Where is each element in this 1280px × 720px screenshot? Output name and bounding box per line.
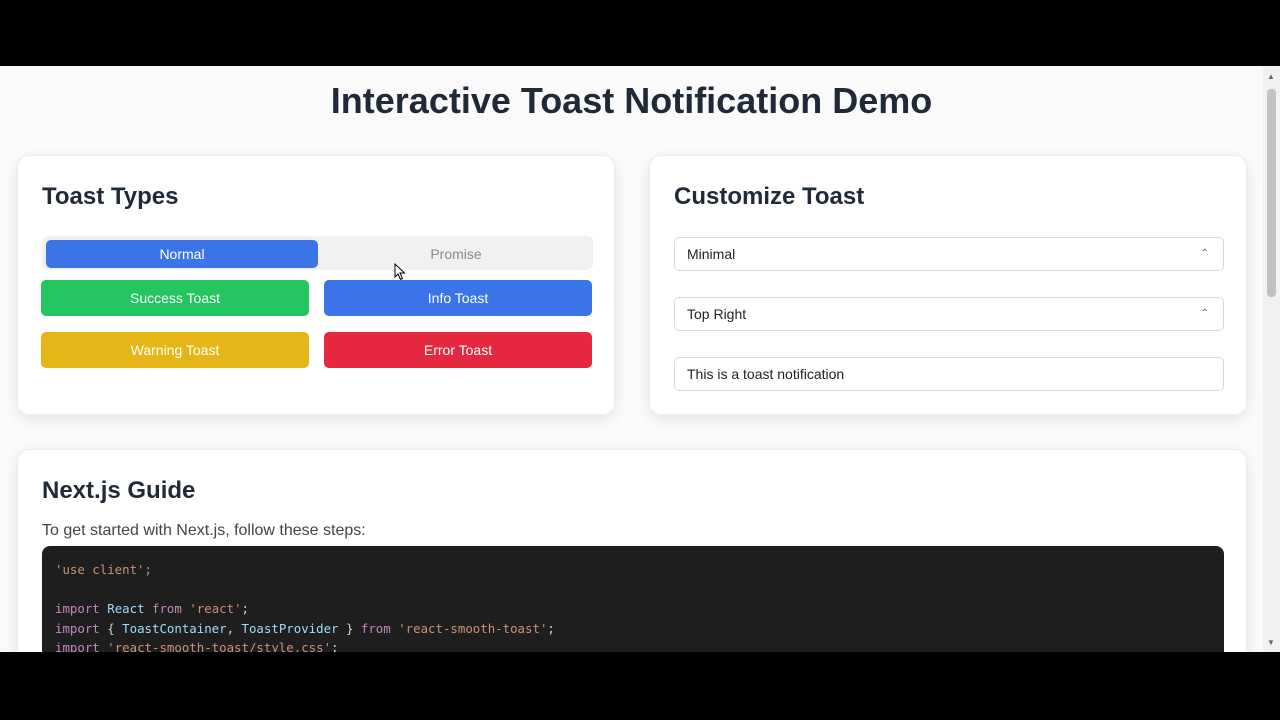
warning-toast-button[interactable]: Warning Toast	[41, 332, 309, 368]
style-select[interactable]: Minimal ⌃	[674, 237, 1224, 271]
customize-toast-card: Customize Toast Minimal ⌃ Top Right ⌃ Th…	[649, 155, 1247, 415]
message-input-value: This is a toast notification	[687, 366, 845, 382]
code-block[interactable]: 'use client'; import React from 'react';…	[42, 546, 1224, 652]
chevron-up-down-icon: ⌃	[1200, 248, 1209, 259]
guide-description: To get started with Next.js, follow thes…	[42, 522, 366, 539]
position-select[interactable]: Top Right ⌃	[674, 297, 1224, 331]
toast-mode-tabs: Normal Promise	[42, 236, 593, 270]
vertical-scrollbar[interactable]: ▲ ▼	[1263, 66, 1280, 652]
page-viewport: Interactive Toast Notification Demo Toas…	[0, 66, 1280, 652]
customize-toast-title: Customize Toast	[674, 183, 865, 210]
code-line-5: import 'react-smooth-toast/style.css';	[55, 640, 339, 652]
code-line-3: import React from 'react';	[55, 601, 250, 616]
message-input[interactable]: This is a toast notification	[674, 357, 1224, 391]
guide-title: Next.js Guide	[42, 477, 196, 504]
nextjs-guide-card: Next.js Guide To get started with Next.j…	[17, 449, 1247, 652]
info-toast-button[interactable]: Info Toast	[324, 280, 592, 316]
tab-promise[interactable]: Promise	[322, 240, 590, 268]
toast-types-card: Toast Types Normal Promise Success Toast…	[17, 155, 615, 415]
scroll-down-arrow-icon[interactable]: ▼	[1267, 638, 1275, 647]
code-line-4: import { ToastContainer, ToastProvider }…	[55, 620, 555, 636]
mouse-pointer-icon	[394, 263, 406, 281]
chevron-up-down-icon: ⌃	[1200, 308, 1209, 319]
scrollbar-thumb[interactable]	[1267, 89, 1276, 297]
code-line-1: 'use client';	[55, 562, 152, 577]
toast-types-title: Toast Types	[42, 183, 179, 210]
style-select-value: Minimal	[687, 246, 736, 262]
error-toast-button[interactable]: Error Toast	[324, 332, 592, 368]
position-select-value: Top Right	[687, 306, 747, 322]
success-toast-button[interactable]: Success Toast	[41, 280, 309, 316]
page-title: Interactive Toast Notification Demo	[330, 80, 933, 121]
scroll-up-arrow-icon[interactable]: ▲	[1267, 72, 1275, 81]
tab-normal[interactable]: Normal	[46, 240, 318, 268]
